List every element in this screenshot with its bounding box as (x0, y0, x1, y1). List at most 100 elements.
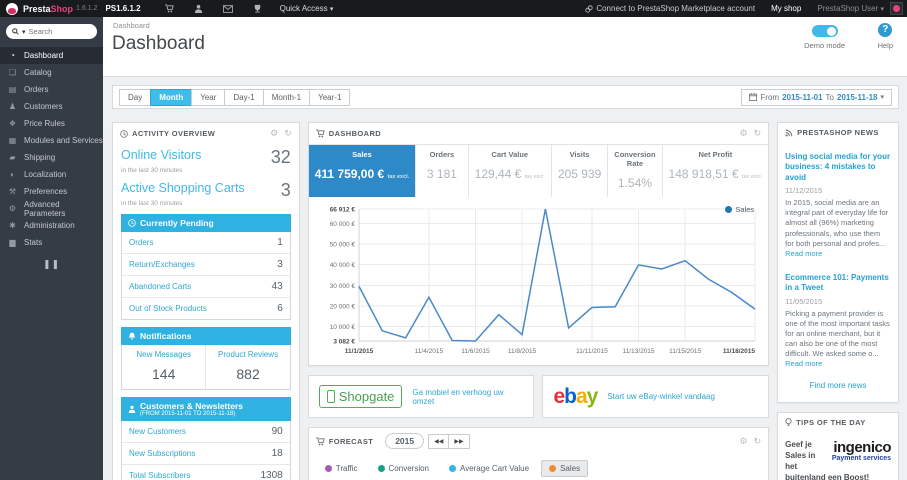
shop-name[interactable]: PS1.6.1.2 (105, 4, 140, 13)
settings-gear-icon[interactable]: ⚙ (740, 436, 748, 447)
date-range-picker[interactable]: From 2015-11-01 To 2015-11-18 ▾ (741, 88, 892, 106)
search-scope-caret-icon[interactable]: ▾ (22, 28, 26, 36)
prestashop-dashboard: PrestaShop 1.6.1.2 PS1.6.1.2 Quick Acces… (0, 0, 907, 480)
kpi-sales[interactable]: Sales 411 759,00 € tax excl. (308, 145, 417, 197)
forecast-year[interactable]: 2015 (385, 433, 425, 449)
calendar-icon (749, 93, 758, 101)
row-link[interactable]: Abandoned Carts (129, 282, 191, 291)
period-year-1-button[interactable]: Year-1 (309, 88, 351, 106)
shipping-icon: ▰ (9, 153, 16, 162)
previous-year-button[interactable]: ◀◀ (428, 433, 450, 449)
row-link[interactable]: New Subscriptions (129, 449, 195, 458)
conversion-dot-icon (377, 465, 385, 472)
svg-text:11/1/2015: 11/1/2015 (344, 348, 373, 355)
brand[interactable]: PrestaShop (23, 4, 73, 14)
kpi-conversion-rate[interactable]: Conversion Rate 1.54% (608, 145, 663, 197)
kpi-net-profit[interactable]: Net Profit 148 918,51 € tax excl. (663, 145, 769, 197)
sidebar-item-orders[interactable]: ▤ Orders (0, 81, 103, 98)
period-year-button[interactable]: Year (191, 88, 226, 106)
sidebar-item-shipping[interactable]: ▰ Shipping (0, 149, 103, 166)
refresh-icon[interactable]: ↻ (754, 128, 762, 139)
customer-icon[interactable] (194, 4, 203, 13)
forecast-series-conversion[interactable]: Conversion (370, 460, 437, 477)
svg-text:11/15/2015: 11/15/2015 (669, 348, 701, 355)
collapse-sidebar-icon[interactable]: ❚❚ (0, 259, 103, 270)
forecast-series-sales[interactable]: Sales (541, 460, 589, 477)
row-link[interactable]: Out of Stock Products (129, 304, 207, 313)
product-reviews-link[interactable]: Product Reviews (208, 350, 287, 359)
row-link[interactable]: New Customers (129, 427, 186, 436)
new-messages-link[interactable]: New Messages (124, 350, 203, 359)
online-visitors-value: 32 (270, 147, 291, 167)
active-carts-value: 3 (280, 180, 291, 200)
user-menu[interactable]: PrestaShop User ▾ (817, 4, 884, 13)
quick-access-menu[interactable]: Quick Access ▾ (280, 4, 334, 13)
localization-icon: ◐ (10, 170, 15, 179)
refresh-icon[interactable]: ↻ (284, 128, 292, 139)
sidebar-search[interactable]: ▾ (6, 24, 97, 39)
chevron-down-icon: ▾ (880, 6, 884, 13)
sidebar-item-advanced-parameters[interactable]: ⚙ Advanced Parameters (0, 200, 103, 218)
sidebar-item-dashboard[interactable]: ◔ Dashboard (0, 47, 103, 64)
period-day-button[interactable]: Day (119, 88, 152, 106)
shopgate-ad-card: Shopgate Ga mobiel en verhoog uw omzet (307, 375, 535, 418)
kpi-orders[interactable]: Orders 3 181 (416, 145, 469, 197)
user-avatar[interactable] (890, 2, 903, 15)
ingenico-logo: ingenico Payment services (831, 439, 892, 463)
pending-row-abandoned-carts: Abandoned Carts 43 (122, 276, 290, 298)
kpi-visits[interactable]: Visits 205 939 (552, 145, 609, 197)
svg-text:20 000 €: 20 000 € (329, 304, 355, 311)
sidebar-item-stats[interactable]: ▆ Stats (0, 234, 103, 251)
kpi-cart-value[interactable]: Cart Value 129,44 € tax excl. (469, 145, 552, 197)
read-more-link[interactable]: Read more (785, 249, 822, 258)
trophy-icon[interactable] (253, 4, 262, 13)
news-article-title[interactable]: Using social media for your business: 4 … (785, 152, 891, 183)
sidebar-item-price-rules[interactable]: ❖ Price Rules (0, 115, 103, 132)
advanced-parameters-icon: ⚙ (8, 204, 17, 213)
online-visitors-link[interactable]: Online Visitors (121, 148, 201, 162)
period-month-button[interactable]: Month (150, 88, 193, 106)
messages-icon[interactable] (222, 4, 233, 13)
marketplace-link[interactable]: Connect to PrestaShop Marketplace accoun… (585, 4, 755, 13)
shopgate-link[interactable]: Ga mobiel en verhoog uw omzet (412, 388, 523, 406)
online-visitors-metric: Online Visitors 32 (121, 148, 291, 166)
sidebar-item-customers[interactable]: ♟ Customers (0, 98, 103, 115)
settings-gear-icon[interactable]: ⚙ (270, 128, 278, 139)
row-link[interactable]: Total Subscribers (129, 471, 190, 480)
period-day-1-button[interactable]: Day-1 (224, 88, 264, 106)
sidebar-item-catalog[interactable]: ❏ Catalog (0, 64, 103, 81)
sidebar-item-modules[interactable]: ▦ Modules and Services (0, 132, 103, 149)
phone-icon (326, 390, 335, 403)
product-reviews-value: 882 (236, 366, 260, 382)
settings-gear-icon[interactable]: ⚙ (740, 128, 748, 139)
forecast-series-average-cart-value[interactable]: Average Cart Value (441, 460, 537, 477)
row-link[interactable]: Orders (129, 238, 153, 247)
row-link[interactable]: Return/Exchanges (129, 260, 195, 269)
next-year-button[interactable]: ▶▶ (448, 433, 470, 449)
svg-text:30 000 €: 30 000 € (329, 283, 355, 290)
sidebar-item-preferences[interactable]: ⚒ Preferences (0, 183, 103, 200)
active-carts-link[interactable]: Active Shopping Carts (121, 181, 245, 195)
search-input[interactable] (28, 27, 81, 36)
demo-mode-control: Demo mode (804, 25, 845, 50)
news-article-title[interactable]: Ecommerce 101: Payments in a Tweet (785, 273, 891, 294)
find-more-news-link[interactable]: Find more news (785, 381, 891, 390)
sidebar-item-administration[interactable]: ✱ Administration (0, 217, 103, 234)
notifications-header: Notifications (121, 327, 291, 345)
cart-icon (315, 436, 325, 446)
chart-legend[interactable]: Sales (725, 205, 754, 214)
read-more-link[interactable]: Read more (785, 359, 822, 368)
forecast-series-traffic[interactable]: Traffic (317, 460, 366, 477)
period-month-1-button[interactable]: Month-1 (262, 88, 311, 106)
breadcrumb[interactable]: Dashboard (113, 21, 150, 30)
catalog-icon: ❏ (8, 68, 17, 77)
demo-mode-toggle[interactable] (811, 25, 838, 37)
my-shop-link[interactable]: My shop (771, 4, 801, 13)
refresh-icon[interactable]: ↻ (754, 436, 762, 447)
ebay-link[interactable]: Start uw eBay-winkel vandaag (607, 392, 715, 401)
new-messages-value: 144 (152, 366, 176, 382)
sidebar-item-localization[interactable]: ◐ Localization (0, 166, 103, 183)
cart-icon[interactable] (164, 4, 174, 13)
help-icon[interactable]: ? (878, 23, 893, 37)
active-carts-metric: Active Shopping Carts 3 (121, 181, 291, 199)
